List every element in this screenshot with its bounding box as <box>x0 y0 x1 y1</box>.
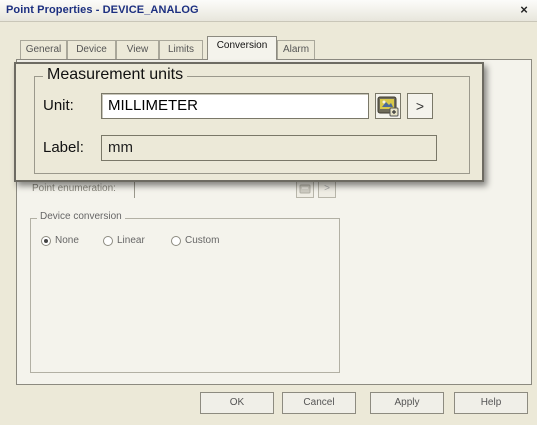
enumeration-more-button[interactable]: > <box>318 180 336 198</box>
device-conversion-legend: Device conversion <box>37 211 125 222</box>
apply-button[interactable]: Apply <box>370 392 444 414</box>
cancel-button[interactable]: Cancel <box>282 392 356 414</box>
units-more-button[interactable]: > <box>407 93 433 119</box>
label-field[interactable]: mm <box>101 135 437 161</box>
units-browse-icon <box>377 96 399 117</box>
window-title: Point Properties - DEVICE_ANALOG <box>6 4 199 16</box>
device-conversion-group: Device conversion None Linear Custom <box>30 211 340 373</box>
point-enumeration-field[interactable] <box>134 180 294 198</box>
tab-conversion[interactable]: Conversion <box>207 36 277 60</box>
measurement-units-callout: Measurement units Unit: MILLIMETER > Lab… <box>14 62 484 182</box>
radio-custom-dot <box>171 236 181 246</box>
close-icon[interactable]: × <box>517 3 531 17</box>
point-properties-dialog: Point Properties - DEVICE_ANALOG × Gener… <box>0 0 537 425</box>
radio-linear-label: Linear <box>117 235 145 246</box>
radio-none-dot <box>41 236 51 246</box>
tab-general[interactable]: General <box>20 40 67 59</box>
radio-linear-dot <box>103 236 113 246</box>
tab-device[interactable]: Device <box>67 40 116 59</box>
label-label: Label: <box>43 139 84 156</box>
radio-custom-label: Custom <box>185 235 220 246</box>
help-button[interactable]: Help <box>454 392 528 414</box>
radio-none-label: None <box>55 235 79 246</box>
tab-view[interactable]: View <box>116 40 159 59</box>
enumeration-browse-button[interactable] <box>296 180 314 198</box>
unit-field[interactable]: MILLIMETER <box>101 93 369 119</box>
tab-alarm[interactable]: Alarm <box>277 40 315 59</box>
measurement-units-group: Measurement units Unit: MILLIMETER > Lab… <box>34 66 470 174</box>
title-bar: Point Properties - DEVICE_ANALOG × <box>0 0 537 22</box>
measurement-units-legend: Measurement units <box>43 66 188 84</box>
tab-limits[interactable]: Limits <box>159 40 203 59</box>
ok-button[interactable]: OK <box>200 392 274 414</box>
enumeration-browse-icon <box>299 184 311 194</box>
unit-label: Unit: <box>43 97 74 114</box>
point-enumeration-label: Point enumeration: <box>32 183 116 194</box>
units-browse-button[interactable] <box>375 93 401 119</box>
